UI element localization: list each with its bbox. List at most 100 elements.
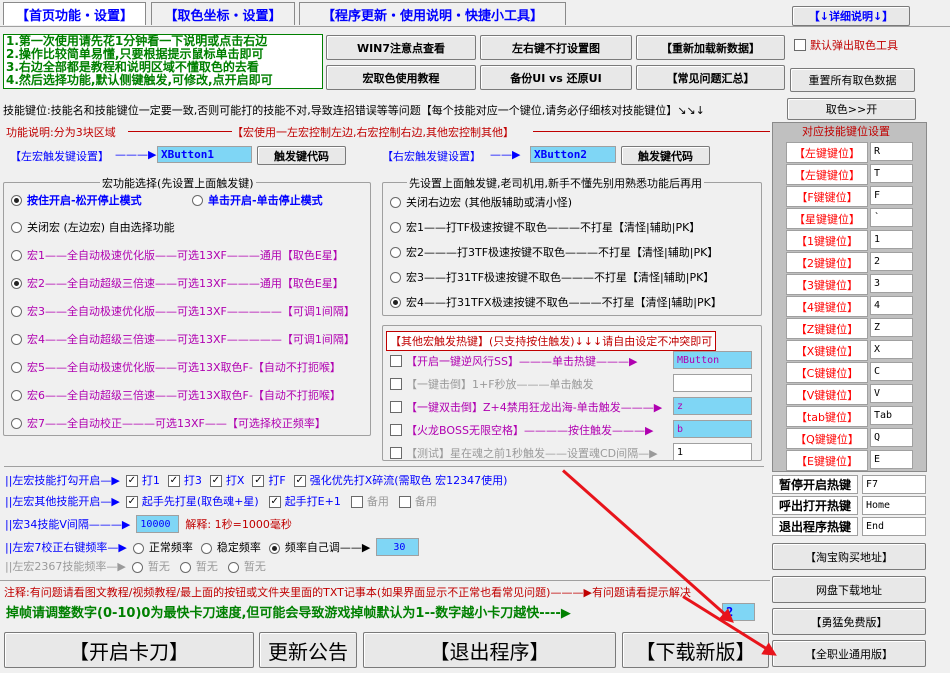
lr-key-image-button[interactable]: 左右键不打设置图 [480, 35, 632, 60]
key-binding-field[interactable]: Q [870, 428, 913, 447]
right-macro-option[interactable]: 宏4——打31TFX极速按键不取色———不打星【清怪|辅助|PK】 [390, 294, 722, 310]
key-binding-field[interactable]: T [870, 164, 913, 183]
frequency-radio[interactable] [268, 542, 280, 554]
tab-updates-help[interactable]: 【程序更新・使用说明・快捷小工具】 [299, 2, 566, 25]
tab-home-settings[interactable]: 【首页功能・设置】 [3, 2, 146, 25]
skill-hook-item[interactable]: 打3 [167, 472, 202, 488]
left-macro-radio[interactable] [11, 277, 22, 289]
tab-color-coords[interactable]: 【取色坐标・设置】 [151, 2, 295, 25]
other-skill-checkbox[interactable] [350, 496, 363, 508]
other-hotkey-row[interactable]: 【一键双击倒】Z+4禁用狂龙出海-单击触发 ———▶ [390, 399, 662, 415]
frequency-option[interactable]: 正常频率 [132, 539, 193, 555]
left-macro-radio[interactable] [11, 333, 22, 345]
right-macro-radio[interactable] [390, 271, 401, 283]
skill-hook-checkbox[interactable] [293, 475, 306, 487]
left-macro-radio[interactable] [11, 221, 22, 233]
mode-hold-radio-dot[interactable] [11, 194, 22, 206]
disabled-frequency-radio[interactable] [179, 561, 191, 573]
netdisk-button[interactable]: 网盘下载地址 [772, 576, 926, 603]
skill-hook-checkbox[interactable] [167, 475, 180, 487]
hotkey-field[interactable]: F7 [862, 475, 926, 494]
hotkey-field[interactable]: End [862, 517, 926, 536]
interval-field[interactable]: 10000 [136, 515, 180, 533]
key-binding-field[interactable]: E [870, 450, 913, 469]
left-macro-radio[interactable] [11, 417, 22, 429]
right-macro-option[interactable]: 宏1——打TF极速按键不取色———不打星【清怪|辅助|PK】 [390, 219, 700, 235]
key-binding-field[interactable]: 1 [870, 230, 913, 249]
hotkey-field[interactable]: Home [862, 496, 926, 515]
right-macro-radio[interactable] [390, 196, 401, 208]
brave-free-button[interactable]: 【勇猛免费版】 [772, 608, 926, 635]
disabled-frequency-radio[interactable] [131, 561, 143, 573]
disabled-frequency-radio[interactable] [227, 561, 239, 573]
other-hotkey-checkbox[interactable] [390, 378, 402, 390]
skill-hook-item[interactable]: 打1 [125, 472, 160, 488]
left-macro-radio[interactable] [11, 361, 22, 373]
win7-notes-button[interactable]: WIN7注意点查看 [326, 35, 476, 60]
right-macro-radio[interactable] [390, 221, 401, 233]
left-macro-option[interactable]: 宏5——全自动极速优化版——可选13X取色F-【自动不打扼喉】 [11, 359, 341, 375]
key-binding-field[interactable]: C [870, 362, 913, 381]
macro-color-tutorial-button[interactable]: 宏取色使用教程 [326, 65, 476, 90]
left-macro-option[interactable]: 关闭宏 (左边宏) 自由选择功能 [11, 219, 175, 235]
other-skill-item[interactable]: 起手先打星(取色魂+星) [125, 493, 259, 509]
left-macro-option[interactable]: 宏2——全自动超级三倍速——可选13XF———通用【取色E星】 [11, 275, 344, 291]
other-skill-item[interactable]: 起手打E+1 [268, 493, 341, 509]
skill-hook-item[interactable]: 强化优先打X碎流(需取色 宏12347使用) [293, 472, 507, 488]
mode-click-radio-dot[interactable] [192, 194, 203, 206]
key-binding-field[interactable]: X [870, 340, 913, 359]
reset-all-color-button[interactable]: 重置所有取色数据 [790, 68, 915, 92]
left-macro-option[interactable]: 宏7——全自动校正———可选13XF——【可选择校正频率】 [11, 415, 326, 431]
taobao-button[interactable]: 【淘宝购买地址】 [772, 543, 926, 570]
other-skill-item[interactable]: 备用 [350, 493, 389, 509]
right-macro-radio[interactable] [390, 296, 401, 308]
other-hotkey-field[interactable]: MButton [673, 351, 752, 369]
key-binding-field[interactable]: F [870, 186, 913, 205]
disabled-frequency-option[interactable]: 暂无 [227, 558, 266, 574]
left-macro-radio[interactable] [11, 389, 22, 401]
other-hotkey-checkbox[interactable] [390, 447, 402, 459]
start-button[interactable]: 【开启卡刀】 [4, 632, 254, 668]
other-skill-item[interactable]: 备用 [398, 493, 437, 509]
default-popup-checkbox[interactable]: 默认弹出取色工具 [794, 37, 898, 53]
frequency-option[interactable]: 频率自己调——▶ [268, 539, 370, 555]
skill-hook-item[interactable]: 打X [209, 472, 244, 488]
key-binding-field[interactable]: 4 [870, 296, 913, 315]
frequency-radio[interactable] [132, 542, 144, 554]
detail-button[interactable]: 【↓详细说明↓】 [792, 6, 910, 26]
right-trigger-code-button[interactable]: 触发键代码 [621, 146, 710, 165]
frequency-radio[interactable] [200, 542, 212, 554]
faq-button[interactable]: 【常见问题汇总】 [636, 65, 785, 90]
key-binding-field[interactable]: 2 [870, 252, 913, 271]
key-binding-field[interactable]: R [870, 142, 913, 161]
skill-hook-item[interactable]: 打F [252, 472, 286, 488]
left-macro-option[interactable]: 宏1——全自动极速优化版——可选13XF———通用【取色E星】 [11, 247, 344, 263]
other-hotkey-checkbox[interactable] [390, 424, 402, 436]
left-macro-option[interactable]: 宏4——全自动超级三倍速——可选13XF—————【可调1间隔】 [11, 331, 355, 347]
other-hotkey-row[interactable]: 【一键击倒】1+F秒放 ———单击触发 [390, 376, 594, 392]
mode-click-radio[interactable]: 单击开启-单击停止模式 [192, 192, 323, 208]
other-hotkey-checkbox[interactable] [390, 355, 402, 367]
all-class-button[interactable]: 【全职业通用版】 [772, 640, 926, 667]
disabled-frequency-option[interactable]: 暂无 [131, 558, 170, 574]
other-hotkey-field[interactable]: b [673, 420, 752, 438]
frequency-option[interactable]: 稳定频率 [200, 539, 261, 555]
disabled-frequency-option[interactable]: 暂无 [179, 558, 218, 574]
left-macro-option[interactable]: 宏3——全自动极速优化版——可选13XF—————【可调1间隔】 [11, 303, 355, 319]
other-hotkey-row[interactable]: 【火龙BOSS无限空格】 ————按住触发———▶ [390, 422, 653, 438]
other-skill-checkbox[interactable] [398, 496, 411, 508]
key-binding-field[interactable]: Tab [870, 406, 913, 425]
left-macro-option[interactable]: 宏6——全自动超级三倍速——可选13X取色F-【自动不打扼喉】 [11, 387, 341, 403]
other-hotkey-row[interactable]: 【开启一键逆风行SS】 ———单击热键———▶ [390, 353, 637, 369]
frequency-value-field[interactable]: 30 [376, 538, 420, 556]
default-popup-check-icon[interactable] [794, 39, 806, 51]
reload-data-button[interactable]: 【重新加载新数据】 [636, 35, 785, 60]
other-hotkey-checkbox[interactable] [390, 401, 402, 413]
left-macro-radio[interactable] [11, 305, 22, 317]
right-macro-radio[interactable] [390, 246, 401, 258]
backup-restore-button[interactable]: 备份UI vs 还原UI [480, 65, 632, 90]
mode-hold-radio[interactable]: 按住开启-松开停止模式 [11, 192, 142, 208]
right-trigger-field[interactable]: XButton2 [530, 146, 616, 163]
key-binding-field[interactable]: 3 [870, 274, 913, 293]
key-binding-field[interactable]: V [870, 384, 913, 403]
